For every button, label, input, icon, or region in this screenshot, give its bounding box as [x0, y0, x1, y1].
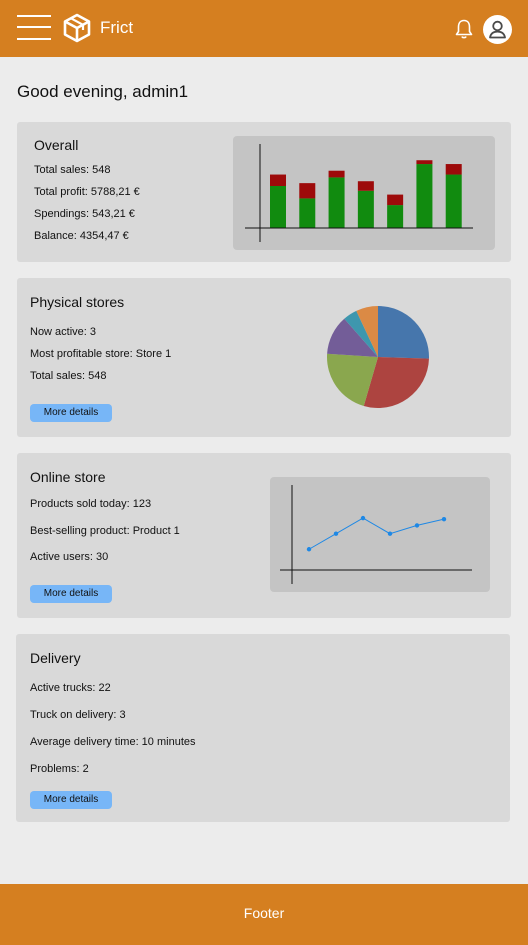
footer-text: Footer [243, 905, 285, 921]
best-selling-product-text: Best-selling product: Product 1 [30, 525, 180, 537]
products-sold-text: Products sold today: 123 [30, 498, 152, 510]
footer: Footer [0, 884, 528, 945]
delivery-more-details-button[interactable]: More details [30, 791, 112, 809]
bar-segment-main [387, 205, 404, 228]
overall-card: Overall Total sales: 548 Total profit: 5… [17, 122, 511, 262]
bar-segment-top [270, 174, 286, 186]
most-profitable-store-text: Most profitable store: Store 1 [30, 348, 172, 360]
active-users-text: Active users: 30 [30, 551, 109, 563]
problems-text: Problems: 2 [30, 763, 89, 775]
top-app-bar: Frict [0, 0, 528, 57]
bar-segment-top [387, 194, 404, 206]
menu-line [17, 26, 51, 28]
bar-segment-top [328, 170, 345, 178]
delivery-card: Delivery Active trucks: 22 Truck on deli… [16, 634, 510, 822]
now-active-text: Now active: 3 [30, 326, 97, 338]
card-title: Physical stores [30, 294, 125, 310]
bar-segment-top [416, 160, 433, 165]
menu-line [17, 38, 51, 40]
avatar[interactable] [483, 15, 512, 44]
data-point [333, 531, 339, 536]
total-profit-text: Total profit: 5788,21 € [34, 186, 140, 198]
bar-segment-main [328, 177, 345, 228]
online-more-details-button[interactable]: More details [30, 585, 112, 603]
bar-segment-top [357, 181, 374, 191]
balance-text: Balance: 4354,47 € [34, 230, 129, 242]
data-point [306, 547, 312, 552]
bar-segment-main [299, 198, 316, 228]
bell-icon[interactable] [454, 18, 474, 40]
active-trucks-text: Active trucks: 22 [30, 682, 111, 694]
total-sales-text: Total sales: 548 [30, 370, 107, 382]
data-point [387, 531, 393, 536]
series-line [308, 517, 445, 550]
card-title: Overall [34, 137, 79, 153]
physical-more-details-button[interactable]: More details [30, 404, 112, 422]
physical-stores-card: Physical stores Now active: 3 Most profi… [17, 278, 511, 437]
data-point [414, 523, 420, 528]
bar-segment-top [299, 183, 316, 199]
total-sales-text: Total sales: 548 [34, 164, 111, 176]
bar-segment-top [445, 164, 462, 175]
brand-name[interactable]: Frict [100, 18, 133, 38]
data-point [360, 515, 366, 521]
average-delivery-time-text: Average delivery time: 10 minutes [30, 736, 196, 748]
pie-slice [378, 306, 429, 359]
data-point [441, 516, 447, 522]
bar-segment-main [416, 164, 433, 228]
online-store-card: Online store Products sold today: 123 Be… [17, 453, 511, 618]
spendings-text: Spendings: 543,21 € [34, 208, 135, 220]
bar-segment-main [445, 174, 462, 228]
card-title: Delivery [30, 650, 81, 666]
line-chart-canvas [280, 485, 472, 584]
stores-pie-chart [327, 306, 429, 408]
box-icon[interactable] [61, 12, 93, 44]
truck-on-delivery-text: Truck on delivery: 3 [30, 709, 126, 721]
online-line-chart [270, 477, 490, 592]
card-title: Online store [30, 469, 106, 485]
bar-segment-main [357, 190, 374, 228]
bar-segment-main [270, 186, 286, 228]
greeting: Good evening, admin1 [17, 82, 189, 101]
overall-bar-chart [233, 136, 495, 250]
menu-line [17, 15, 51, 17]
hamburger-menu-icon[interactable] [17, 15, 51, 41]
bar-chart-canvas [245, 144, 473, 242]
user-icon [489, 20, 506, 39]
